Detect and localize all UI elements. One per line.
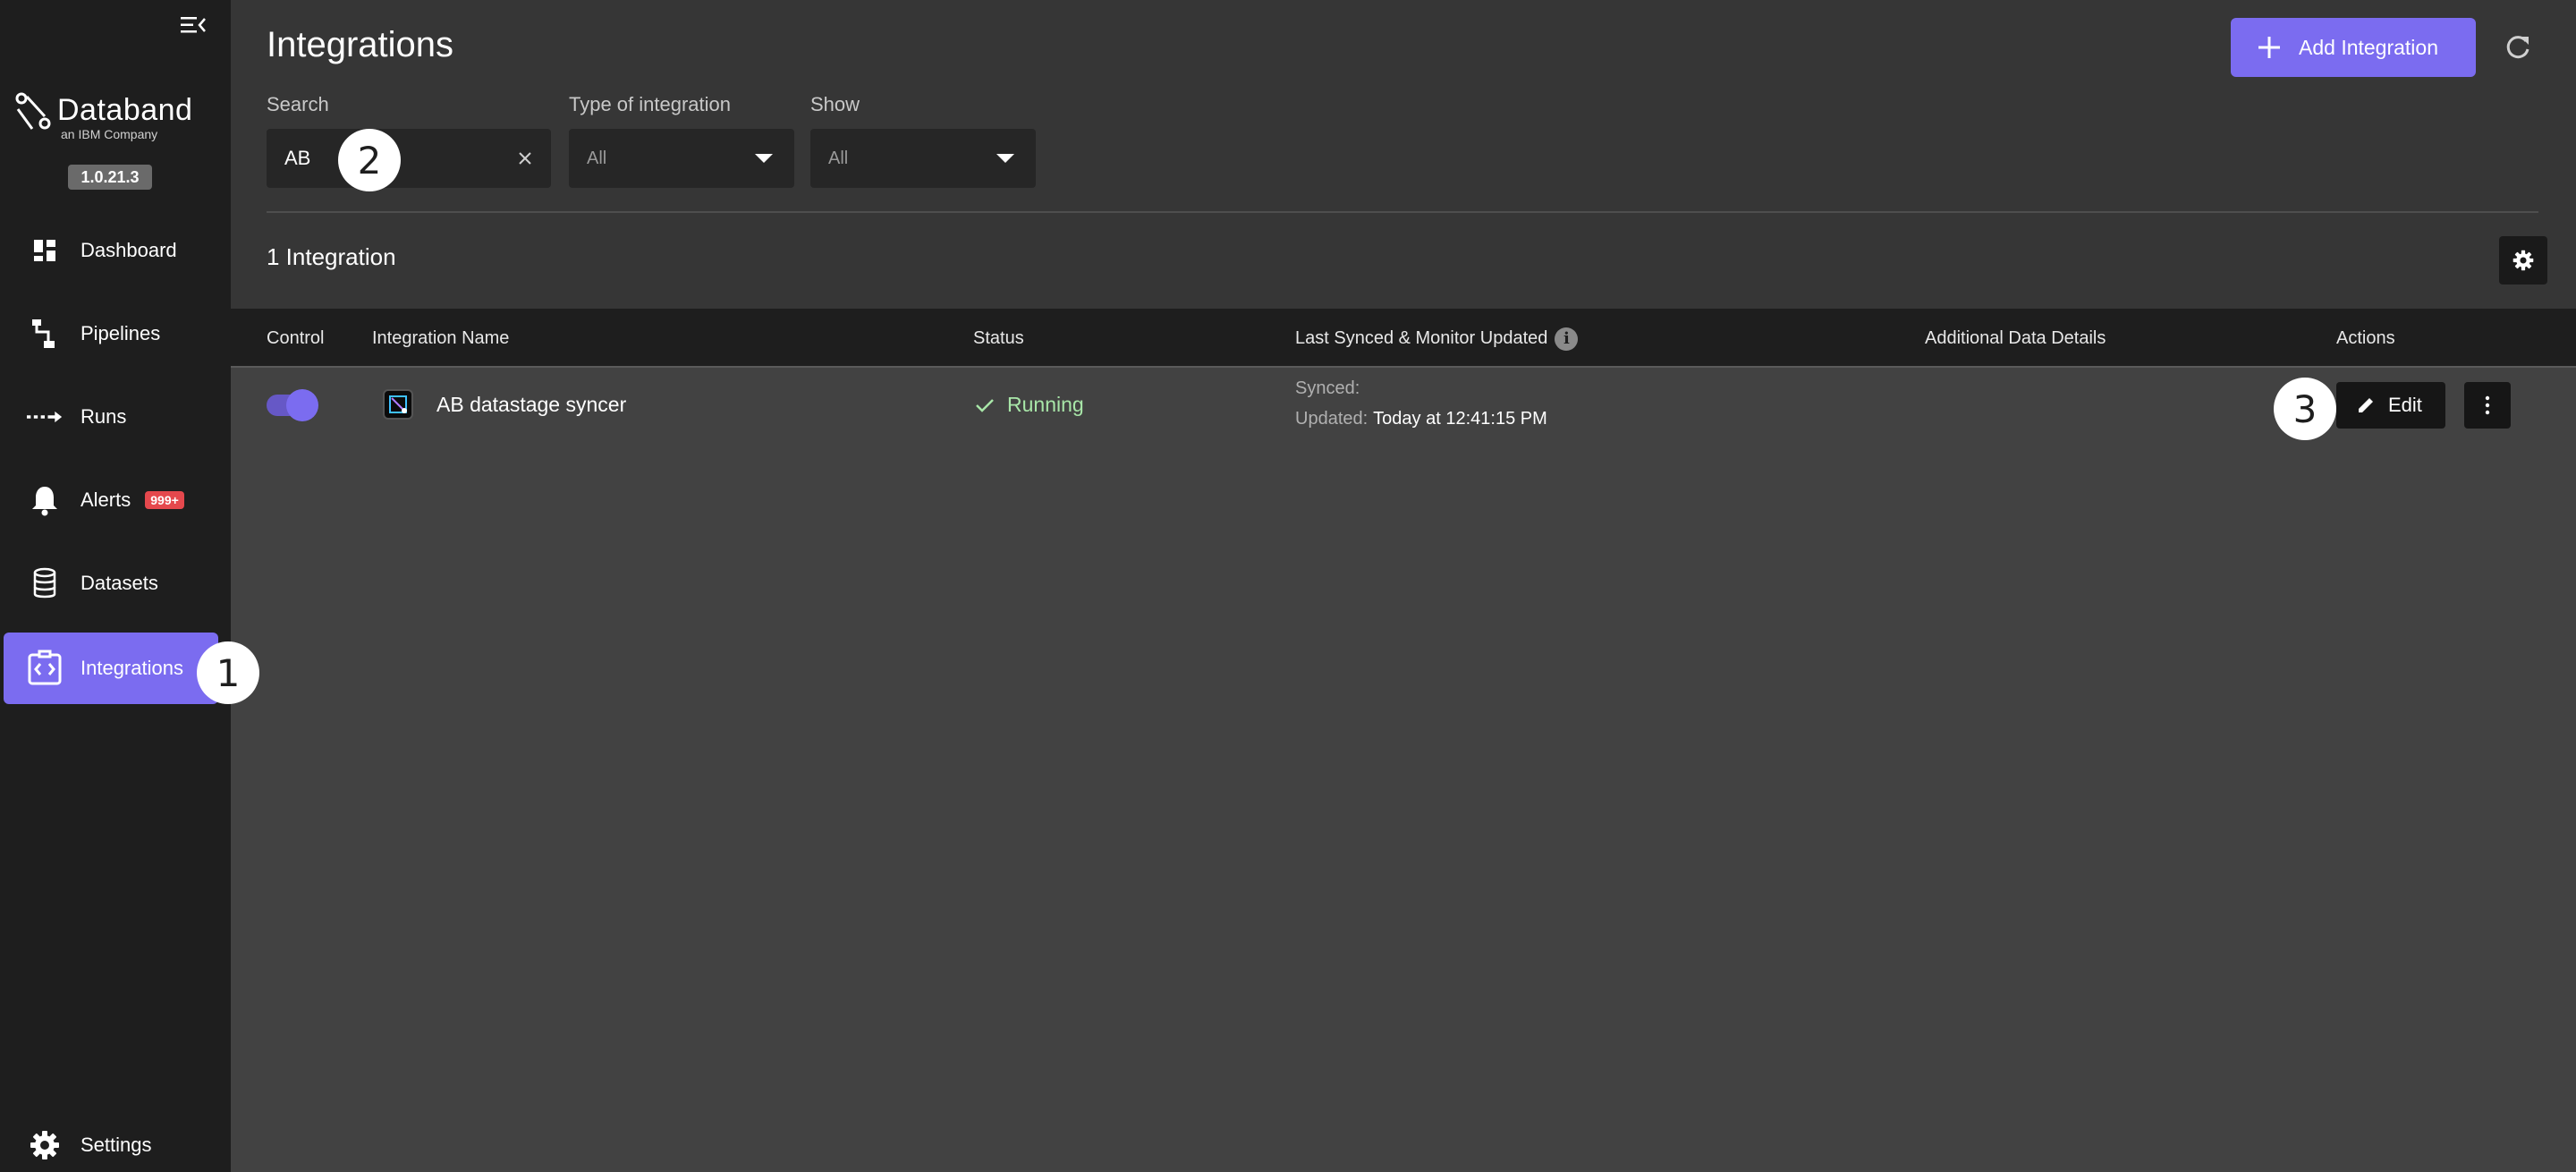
sidebar-item-integrations[interactable]: Integrations <box>4 633 218 704</box>
synced-label: Synced: <box>1295 378 1360 398</box>
column-header-last-synced: Last Synced & Monitor Updated i <box>1295 309 1579 368</box>
chevron-down-icon <box>755 154 773 163</box>
synced-line: Synced: <box>1295 378 1365 399</box>
sidebar-item-datasets[interactable]: Datasets <box>4 548 218 619</box>
pipelines-icon <box>27 316 63 352</box>
sidebar-item-runs[interactable]: Runs <box>4 381 218 453</box>
updated-label: Updated: <box>1295 409 1368 429</box>
step-marker-3: 3 <box>2274 378 2336 440</box>
gear-icon <box>2512 250 2534 271</box>
bell-icon <box>27 482 63 518</box>
search-input[interactable]: AB <box>267 129 551 188</box>
table-header: Control Integration Name Status Last Syn… <box>231 309 2576 368</box>
version-badge: 1.0.21.3 <box>68 165 152 190</box>
column-header-status: Status <box>973 328 1024 348</box>
table-settings-button[interactable] <box>2499 236 2547 285</box>
page-title: Integrations <box>267 25 454 64</box>
integration-name[interactable]: AB datastage syncer <box>436 393 626 417</box>
clear-search-icon[interactable] <box>513 147 537 170</box>
sidebar-item-dashboard[interactable]: Dashboard <box>4 215 218 286</box>
checkmark-icon <box>976 398 994 412</box>
sidebar-item-label: Pipelines <box>80 322 161 344</box>
search-input-value: AB <box>284 147 311 169</box>
info-icon[interactable]: i <box>1555 327 1579 351</box>
add-integration-button[interactable]: Add Integration <box>2231 18 2476 77</box>
step-marker-2: 2 <box>338 129 401 191</box>
sidebar-item-settings[interactable]: Settings <box>4 1109 218 1172</box>
databand-logo-icon <box>15 92 51 130</box>
plus-icon <box>2258 37 2280 58</box>
gear-icon <box>27 1127 63 1163</box>
show-select-value: All <box>828 148 849 168</box>
updated-value: Today at 12:41:15 PM <box>1373 409 1547 429</box>
column-header-actions: Actions <box>2336 328 2395 348</box>
brand-name: Databand <box>57 93 193 127</box>
column-header-name: Integration Name <box>372 328 510 348</box>
dashboard-icon <box>27 233 63 268</box>
integration-count: 1 Integration <box>267 243 396 270</box>
pencil-icon <box>2359 398 2373 412</box>
edit-label: Edit <box>2388 394 2422 416</box>
sidebar-item-pipelines[interactable]: Pipelines <box>4 298 218 369</box>
column-header-control: Control <box>267 328 325 348</box>
search-label: Search <box>267 93 329 115</box>
sidebar-item-label: Runs <box>80 405 127 428</box>
runs-icon <box>27 399 63 435</box>
updated-line: Updated: Today at 12:41:15 PM <box>1295 409 1547 429</box>
type-filter-label: Type of integration <box>569 93 732 115</box>
sidebar-item-label: Datasets <box>80 572 158 594</box>
database-icon <box>27 565 63 601</box>
databand-logo: Databand an IBM Company <box>13 89 218 143</box>
sidebar-item-label: Alerts <box>80 488 131 511</box>
brand-subtitle: an IBM Company <box>61 127 158 141</box>
sidebar-item-label: Settings <box>80 1134 152 1156</box>
column-header-last-synced-label: Last Synced & Monitor Updated <box>1295 328 1548 348</box>
datastage-integration-icon <box>383 389 413 420</box>
sidebar-item-label: Dashboard <box>80 239 177 261</box>
more-options-icon[interactable] <box>2464 382 2511 429</box>
show-filter-label: Show <box>810 93 860 115</box>
divider <box>267 211 2538 213</box>
type-of-integration-select[interactable]: All <box>569 129 794 188</box>
type-select-value: All <box>587 148 607 168</box>
alerts-count-badge: 999+ <box>145 491 184 509</box>
chevron-down-icon <box>996 154 1014 163</box>
collapse-sidebar-icon[interactable] <box>175 11 211 39</box>
table-row: AB datastage syncer Running Synced: Upda… <box>231 369 2576 450</box>
sidebar-item-label: Integrations <box>80 657 183 679</box>
status-running: Running <box>1007 393 1084 416</box>
control-toggle[interactable] <box>267 389 318 421</box>
toggle-knob <box>286 389 318 421</box>
show-select[interactable]: All <box>810 129 1036 188</box>
column-header-additional: Additional Data Details <box>1925 328 2106 348</box>
add-integration-label: Add Integration <box>2299 35 2439 59</box>
sidebar: Databand an IBM Company 1.0.21.3 Dashboa… <box>0 0 231 1172</box>
refresh-icon[interactable] <box>2499 29 2537 66</box>
main-content: Integrations Add Integration Search AB T… <box>231 0 2576 1172</box>
integrations-icon <box>27 650 63 686</box>
status-cell: Running <box>975 393 1084 417</box>
edit-button[interactable]: Edit <box>2336 382 2445 429</box>
sidebar-item-alerts[interactable]: Alerts 999+ <box>4 464 218 536</box>
